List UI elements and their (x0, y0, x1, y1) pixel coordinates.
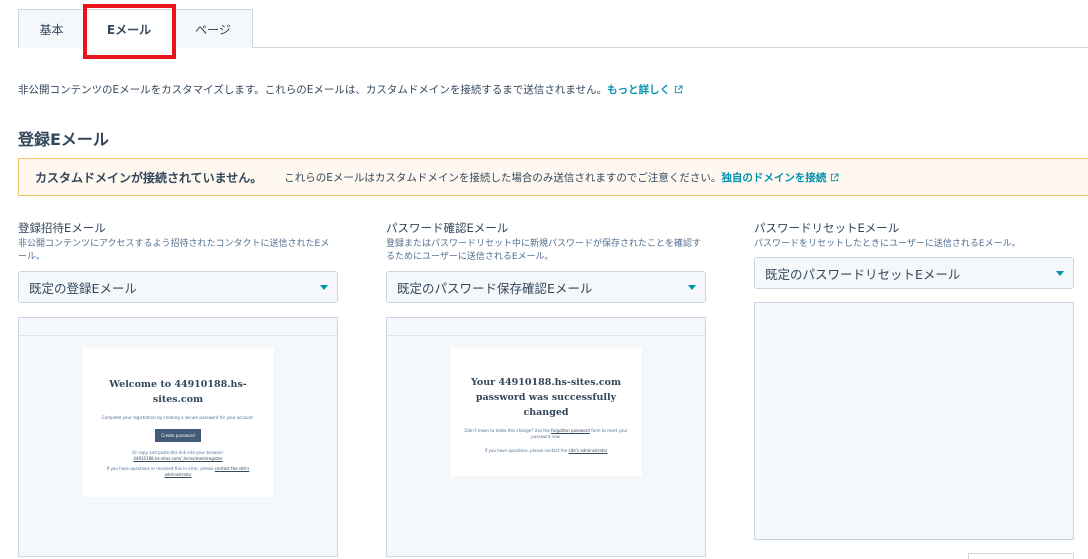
learn-more-link[interactable]: もっと詳しく (607, 84, 670, 96)
domain-alert: カスタムドメインが接続されていません。 これらのEメールはカスタムドメインを接続… (18, 158, 1088, 196)
tab-basic[interactable]: 基本 (18, 9, 85, 48)
preview-title: Your 44910188.hs-sites.com password was … (470, 377, 622, 418)
column-help: 登録またはパスワードリセット中に新規パスワードが保存されたことを確認するためにユ… (386, 239, 702, 262)
external-link-icon (674, 85, 683, 94)
caret-down-icon (320, 285, 328, 290)
preview-copy-text: Or copy and paste this link into your br… (132, 450, 224, 455)
select-value: 既定の登録Eメール (29, 280, 137, 296)
preview-text: Or copy and paste this link into your br… (82, 450, 274, 462)
alert-text: これらのEメールはカスタムドメインを接続した場合のみ送信されますのでご注意くださ… (284, 170, 839, 185)
connect-domain-link[interactable]: 独自のドメインを接続 (721, 172, 826, 184)
tab-bar: 基本 Eメール ページ (0, 0, 1088, 59)
preview-title: Welcome to 44910188.hs-sites.com (109, 379, 247, 405)
partial-button[interactable] (968, 553, 1074, 559)
alert-message: これらのEメールはカスタムドメインを接続した場合のみ送信されますのでご注意くださ… (284, 171, 722, 184)
preview-questions-text: If you have questions or received this i… (106, 466, 214, 471)
password-confirm-email-column: パスワード確認Eメール 登録またはパスワードリセット中に新規パスワードが保存され… (386, 220, 706, 557)
column-help: 非公開コンテンツにアクセスするよう招待されたコンタクトに送信されたEメール。 (18, 239, 330, 262)
registration-email-select[interactable]: 既定の登録Eメール (18, 271, 338, 303)
email-preview-card: Welcome to 44910188.hs-sites.com Complet… (82, 347, 274, 497)
column-help: パスワードをリセットしたときにユーザーに送信されるEメール。 (754, 239, 1021, 249)
preview-forgot-link: forgotten password (551, 428, 590, 433)
email-preview: Your 44910188.hs-sites.com password was … (386, 317, 706, 557)
preview-text: Complete your registration by creating a… (102, 415, 254, 420)
column-label: パスワードリセットEメール (754, 221, 900, 235)
select-value: 既定のパスワード保存確認Eメール (397, 280, 593, 296)
preview-text: Didn't mean to make this change? Use the… (450, 428, 642, 440)
tab-email[interactable]: Eメール (85, 9, 173, 49)
preview-text: If you have questions or received this i… (82, 466, 274, 478)
registration-email-column: 登録招待Eメール 非公開コンテンツにアクセスするよう招待されたコンタクトに送信さ… (18, 220, 338, 557)
caret-down-icon (688, 285, 696, 290)
select-value: 既定のパスワードリセットEメール (765, 266, 961, 282)
email-preview: Welcome to 44910188.hs-sites.com Complet… (18, 317, 338, 557)
intro-description: 非公開コンテンツのEメールをカスタマイズします。これらのEメールは、カスタムドメ… (18, 84, 608, 96)
column-label: パスワード確認Eメール (386, 221, 509, 235)
preview-header (387, 318, 705, 336)
preview-text: If you have questions, please contact th… (450, 448, 642, 454)
section-title: 登録Eメール (18, 130, 109, 149)
email-preview-card: Your 44910188.hs-sites.com password was … (450, 347, 642, 476)
external-link-icon (831, 172, 839, 181)
preview-questions-text: If you have questions, please contact th… (484, 448, 568, 453)
preview-url: 44910188.hs-sites.com/_hcms/mem/register (133, 456, 223, 461)
tab-page[interactable]: ページ (173, 9, 253, 48)
create-password-button: Create password (155, 429, 201, 442)
column-label: 登録招待Eメール (18, 221, 106, 235)
password-confirm-email-select[interactable]: 既定のパスワード保存確認Eメール (386, 271, 706, 303)
password-reset-email-select[interactable]: 既定のパスワードリセットEメール (754, 257, 1074, 289)
preview-header (19, 318, 337, 336)
intro-text: 非公開コンテンツのEメールをカスタマイズします。これらのEメールは、カスタムドメ… (18, 82, 683, 97)
email-preview (754, 302, 1074, 540)
preview-admin-link: site's administrator (568, 448, 608, 453)
caret-down-icon (1056, 271, 1064, 276)
alert-title: カスタムドメインが接続されていません。 (35, 170, 263, 185)
preview-reset-text: Didn't mean to make this change? Use the (464, 428, 550, 433)
password-reset-email-column: パスワードリセットEメール パスワードをリセットしたときにユーザーに送信されるE… (754, 220, 1074, 540)
